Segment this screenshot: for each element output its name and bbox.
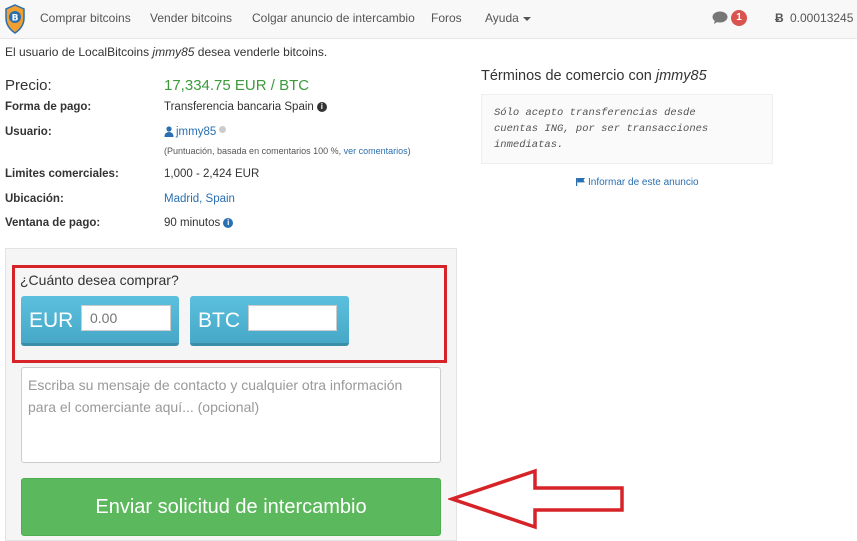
chevron-down-icon: [522, 16, 531, 21]
notification-badge[interactable]: 1: [731, 10, 747, 26]
chat-icon[interactable]: [712, 11, 728, 25]
payment-method-label: Forma de pago:: [5, 101, 92, 113]
user-value: jmmy85: [164, 126, 227, 138]
trade-limits-value: 1,000 - 2,424 EUR: [164, 168, 260, 180]
user-score: (Puntuación, basada en comentarios 100 %…: [164, 146, 411, 156]
price-label: Precio:: [5, 77, 52, 94]
price-value: 17,334.75 EUR / BTC: [164, 77, 310, 94]
bitcoin-icon: Ƀ: [775, 11, 784, 25]
trade-limits-label: Limites comerciales:: [5, 168, 119, 180]
btc-label: BTC: [198, 309, 240, 332]
payment-window-label: Ventana de pago:: [5, 217, 101, 229]
nav-help-label: Ayuda: [485, 11, 519, 25]
eur-amount-input[interactable]: [81, 305, 171, 331]
localbitcoins-logo-icon[interactable]: B: [4, 4, 26, 34]
nav-forums[interactable]: Foros: [431, 11, 462, 25]
nav-post-trade[interactable]: Colgar anuncio de intercambio: [252, 11, 415, 25]
location-link[interactable]: Madrid, Spain: [164, 193, 235, 205]
red-arrow-annotation-icon: [448, 468, 624, 530]
nav-buy-bitcoins[interactable]: Comprar bitcoins: [40, 11, 131, 25]
btc-amount-group: BTC: [190, 296, 349, 346]
user-icon: [164, 126, 174, 138]
ad-intro: El usuario de LocalBitcoins jmmy85 desea…: [5, 45, 328, 59]
seller-profile-link[interactable]: jmmy85: [176, 126, 216, 138]
view-feedback-link[interactable]: ver comentarios: [344, 146, 408, 156]
nav-help-dropdown[interactable]: Ayuda: [485, 11, 531, 25]
info-icon[interactable]: i: [316, 101, 327, 112]
info-icon[interactable]: i: [223, 217, 234, 228]
terms-box: Sólo acepto transferencias desde cuentas…: [481, 94, 773, 164]
user-label: Usuario:: [5, 126, 52, 138]
contact-message-textarea[interactable]: Escriba su mensaje de contacto y cualqui…: [21, 367, 441, 463]
top-navbar: B Comprar bitcoins Vender bitcoins Colga…: [0, 0, 857, 39]
report-ad-link[interactable]: Informar de este anuncio: [576, 177, 699, 188]
location-label: Ubicación:: [5, 193, 64, 205]
send-trade-request-button[interactable]: Enviar solicitud de intercambio: [21, 478, 441, 536]
online-status-icon: [219, 126, 227, 133]
nav-sell-bitcoins[interactable]: Vender bitcoins: [150, 11, 232, 25]
amount-question: ¿Cuánto desea comprar?: [20, 272, 179, 288]
wallet-balance[interactable]: 0.00013245: [790, 11, 853, 25]
eur-label: EUR: [29, 309, 74, 332]
eur-amount-group: EUR: [21, 296, 179, 346]
terms-title: Términos de comercio con jmmy85: [481, 68, 707, 84]
flag-icon: [576, 178, 585, 187]
payment-window-value: 90 minutos i: [164, 217, 234, 229]
svg-text:B: B: [12, 14, 19, 24]
payment-method-value: Transferencia bancaria Spain i: [164, 101, 327, 113]
seller-name: jmmy85: [152, 45, 195, 59]
btc-amount-input[interactable]: [248, 305, 337, 331]
